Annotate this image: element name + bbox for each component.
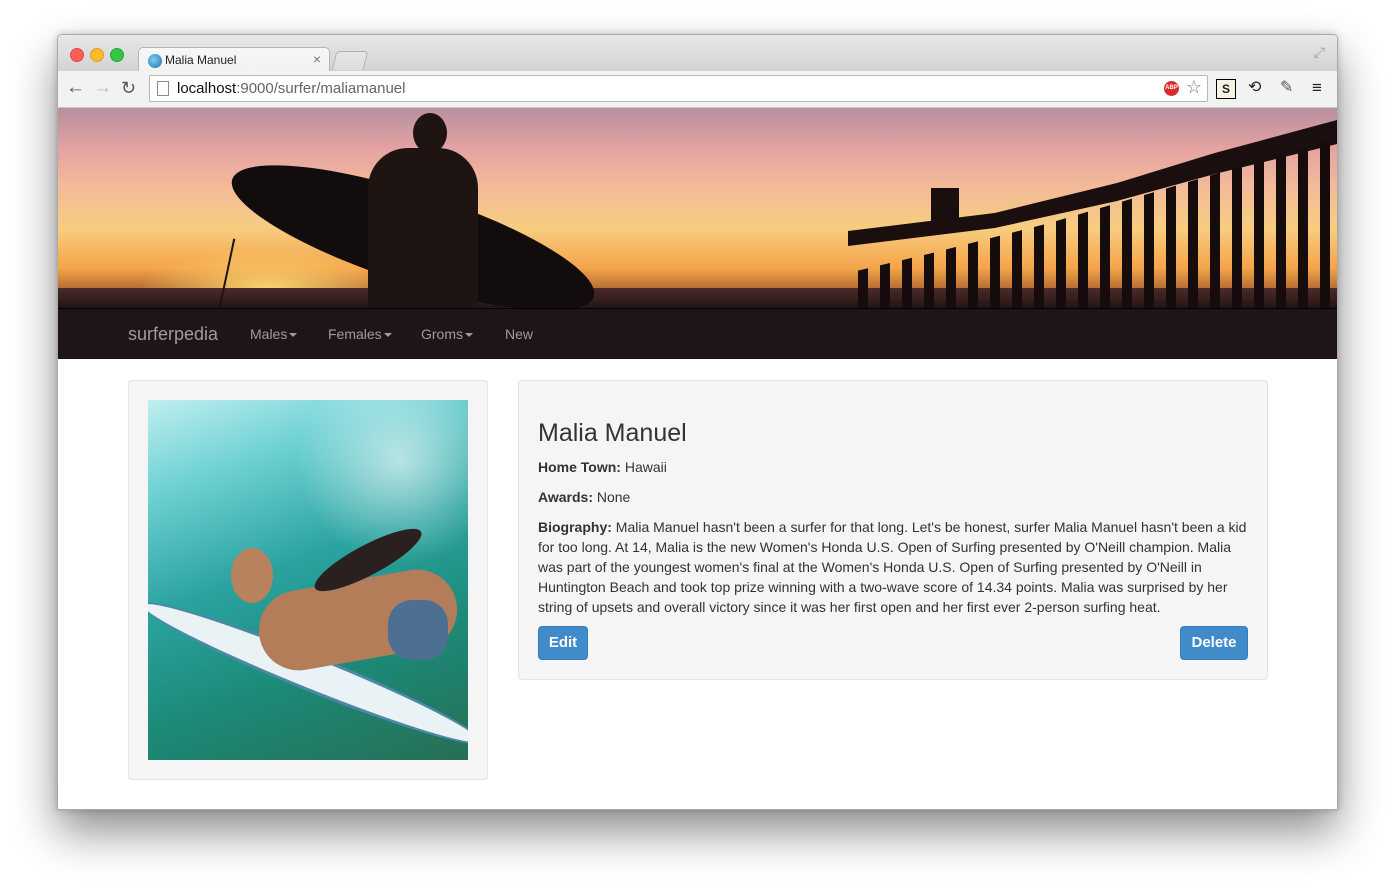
photo-swimsuit: [388, 600, 448, 660]
header-banner-image: [58, 108, 1337, 308]
nav-new[interactable]: New: [505, 326, 533, 342]
back-arrow-icon[interactable]: ←: [66, 77, 85, 99]
photo-panel: [128, 380, 488, 780]
surfer-photo: [148, 400, 468, 760]
wave-favicon-icon: [148, 54, 162, 68]
zoom-window-button[interactable]: [110, 48, 124, 62]
tab-close-icon[interactable]: ×: [313, 51, 321, 67]
tab-strip: Malia Manuel × ⤢: [58, 35, 1337, 72]
browser-window: Malia Manuel × ⤢ ← → ↻ localhost:9000/su…: [57, 34, 1338, 810]
hometown-label: Home Town:: [538, 459, 621, 475]
nav-males[interactable]: Males: [250, 326, 298, 342]
awards-value: None: [596, 489, 631, 505]
pier-house: [931, 188, 959, 228]
surfer-info-panel: Malia Manuel Home Town: Hawaii Awards: N…: [518, 380, 1268, 680]
biography-field: Biography: Malia Manuel hasn't been a su…: [538, 517, 1250, 617]
caret-down-icon: [465, 333, 473, 338]
awards-field: Awards: None: [538, 487, 1250, 507]
s-extension-icon[interactable]: S: [1216, 79, 1236, 99]
site-navbar: surferpedia Males Females Groms New: [58, 308, 1337, 359]
bookmark-star-icon[interactable]: ☆: [1186, 77, 1202, 98]
photo-bubbles: [298, 400, 468, 600]
sync-extension-icon[interactable]: ⟲: [1248, 78, 1261, 98]
delete-button[interactable]: Delete: [1180, 626, 1248, 660]
browser-toolbar: ← → ↻ localhost:9000/surfer/maliamanuel …: [58, 71, 1337, 108]
new-tab-button[interactable]: [331, 51, 369, 70]
caret-down-icon: [383, 333, 392, 338]
forward-arrow-icon[interactable]: →: [93, 77, 112, 99]
page-icon: [157, 81, 169, 96]
awards-label: Awards:: [538, 489, 593, 505]
surfer-name: Malia Manuel: [538, 419, 687, 447]
caret-down-icon: [289, 333, 298, 338]
minimize-window-button[interactable]: [90, 48, 104, 62]
nav-females[interactable]: Females: [328, 326, 392, 342]
hometown-value: Hawaii: [624, 459, 667, 475]
nav-groms[interactable]: Groms: [421, 326, 473, 342]
tab-title: Malia Manuel: [165, 53, 237, 67]
surfer-silhouette-head: [413, 113, 447, 153]
photo-surfer-head: [231, 548, 273, 603]
edit-button[interactable]: Edit: [538, 626, 588, 660]
brand-link[interactable]: surferpedia: [128, 324, 218, 345]
eyedropper-extension-icon[interactable]: ✎: [1280, 78, 1293, 98]
close-window-button[interactable]: [70, 48, 84, 62]
hometown-field: Home Town: Hawaii: [538, 457, 1250, 477]
biography-label: Biography:: [538, 519, 612, 535]
surfer-silhouette-body: [368, 148, 478, 308]
browser-tab[interactable]: Malia Manuel ×: [138, 47, 330, 72]
reload-icon[interactable]: ↻: [121, 77, 136, 99]
url-text[interactable]: localhost:9000/surfer/maliamanuel: [177, 80, 405, 97]
biography-text: Malia Manuel hasn't been a surfer for th…: [538, 519, 1247, 615]
fullscreen-icon[interactable]: ⤢: [1314, 44, 1325, 61]
address-bar[interactable]: localhost:9000/surfer/maliamanuel ABP ☆: [149, 75, 1208, 102]
adblock-icon[interactable]: ABP: [1164, 81, 1179, 96]
menu-icon[interactable]: ≡: [1312, 78, 1322, 98]
